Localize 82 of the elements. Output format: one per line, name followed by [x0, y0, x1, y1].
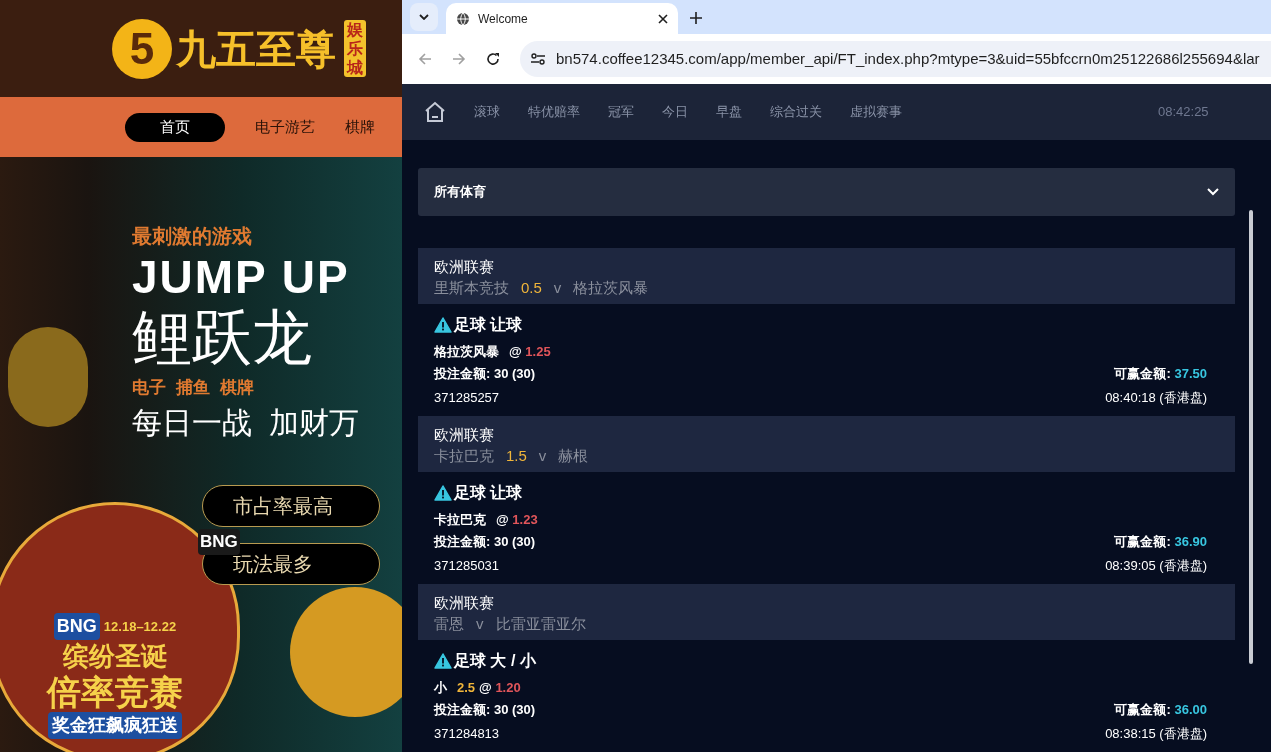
banner-tag: 电子 [132, 375, 166, 401]
site-nav-link[interactable]: 棋牌 [345, 115, 375, 139]
sport-filter-dropdown[interactable]: 所有体育 [418, 168, 1235, 216]
potential-win: 可赢金额: 37.50 [1114, 365, 1207, 384]
banner-tag: 棋牌 [220, 375, 254, 401]
banner-kicker: 最刺激的游戏 [132, 224, 253, 249]
warning-icon [434, 653, 452, 669]
away-team: 赫根 [558, 446, 589, 466]
stake-amount: 投注金额: 30 (30) [434, 701, 536, 720]
url-text: bn574.coffee12345.com/app/member_api/FT_index.php?mtype=3&uid=55bfccrn0m25122686l255694&lar [556, 48, 1260, 69]
ticket-number: 371284813 [434, 725, 500, 744]
home-icon[interactable] [424, 101, 446, 123]
browser-tab[interactable]: Welcome [446, 3, 678, 34]
tab-list-button[interactable] [410, 3, 438, 31]
banner-tag: 捕鱼 [176, 375, 210, 401]
forward-icon[interactable] [452, 52, 466, 66]
sports-nav-link[interactable]: 早盘 [716, 102, 742, 122]
sports-nav-link[interactable]: 特优赔率 [528, 102, 580, 122]
market-title: 足球 大 / 小 [454, 651, 536, 671]
league-name: 欧洲联赛 [434, 425, 495, 445]
handicap: 0.5 [521, 278, 542, 298]
tab-title: Welcome [478, 10, 529, 28]
banner-headline: JUMP UP [132, 251, 351, 303]
clock-time: 08:42:25 [1158, 103, 1209, 122]
chevron-down-icon [419, 14, 429, 20]
bet-time: 08:40:18 (香港盘) [1105, 389, 1207, 408]
away-team: 格拉茨风暴 [573, 278, 649, 298]
sports-nav-link[interactable]: 虚拟赛事 [850, 102, 902, 122]
market-title: 足球 让球 [454, 315, 523, 335]
logo-badge: 娱乐城 [344, 20, 366, 77]
selection: 格拉茨风暴 [434, 343, 499, 362]
league-name: 欧洲联赛 [434, 257, 495, 277]
home-team: 雷恩 [434, 614, 464, 634]
site-settings-icon[interactable] [530, 52, 546, 66]
close-icon[interactable] [658, 13, 668, 24]
scrollbar-thumb[interactable] [1249, 210, 1253, 664]
home-team: 卡拉巴克 [434, 446, 494, 466]
back-icon[interactable] [418, 52, 432, 66]
promo-line: 缤纷圣诞 [63, 640, 167, 672]
versus-mark: v [553, 278, 562, 298]
selection: 卡拉巴克 [434, 511, 486, 530]
odds: @ 1.23 [496, 511, 538, 530]
market-title: 足球 让球 [454, 483, 523, 503]
stake-amount: 投注金额: 30 (30) [434, 365, 536, 384]
site-nav-link[interactable]: 首页 [125, 112, 225, 142]
ticket-number: 371285031 [434, 557, 500, 576]
potential-win: 可赢金额: 36.90 [1114, 533, 1207, 552]
address-field[interactable]: bn574.coffee12345.com/app/member_api/FT_index.php?mtype=3&uid=55bfccrn0m25122686l255694&lar [520, 41, 1271, 77]
versus-mark: v [538, 446, 547, 466]
line-value: 2.5 [457, 679, 476, 698]
bet-time: 08:38:15 (香港盘) [1105, 725, 1207, 744]
logo-text: 九五至尊 [176, 23, 336, 74]
bet-time: 08:39:05 (香港盘) [1105, 557, 1207, 576]
stake-amount: 投注金额: 30 (30) [434, 533, 536, 552]
handicap: 1.5 [506, 446, 527, 466]
selection: 小 [434, 679, 447, 698]
warning-icon [434, 317, 452, 333]
potential-win: 可赢金额: 36.00 [1114, 701, 1207, 720]
promo-line: 倍率竞赛 [47, 672, 183, 712]
promo-dates: 12.18–12.22 [103, 617, 177, 636]
promo-brand: BNG [53, 613, 100, 640]
site-nav-link[interactable]: 电子游艺 [255, 115, 315, 139]
banner-pill: 市占率最高 [202, 485, 380, 527]
chevron-down-icon [1207, 188, 1219, 196]
sports-nav-link[interactable]: 冠军 [608, 102, 634, 122]
odds: @ 1.20 [479, 679, 521, 698]
home-team: 里斯本竞技 [434, 278, 509, 298]
globe-icon [456, 11, 470, 26]
warning-icon [434, 485, 452, 501]
sports-nav-link[interactable]: 滚球 [474, 102, 500, 122]
away-team: 比雷亚雷亚尔 [495, 614, 586, 634]
league-name: 欧洲联赛 [434, 593, 495, 613]
versus-mark: v [476, 614, 484, 634]
odds: @ 1.25 [509, 343, 551, 362]
ticket-number: 371285257 [434, 389, 500, 408]
sports-nav-link[interactable]: 综合过关 [770, 102, 822, 122]
sports-nav-link[interactable]: 今日 [662, 102, 688, 122]
banner-title: 鲤跃龙 [132, 303, 313, 373]
logo-icon: 5 [112, 18, 172, 79]
banner-slogan: 每日一战 加财万 [132, 404, 359, 441]
new-tab-icon[interactable] [690, 12, 702, 24]
reload-icon[interactable] [486, 52, 500, 66]
